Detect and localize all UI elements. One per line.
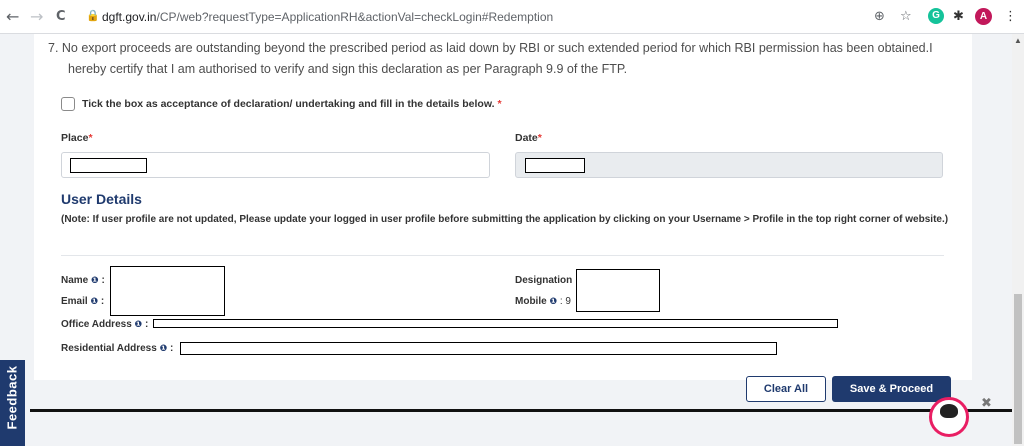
user-details-note: (Note: If user profile are not updated, … bbox=[61, 214, 949, 225]
info-icon[interactable]: ❶ bbox=[135, 320, 143, 330]
feedback-label: Feedback bbox=[4, 365, 20, 430]
designation-label: Designation bbox=[515, 275, 572, 286]
grammarly-icon[interactable]: G bbox=[928, 8, 944, 24]
info-icon[interactable]: ❶ bbox=[91, 276, 99, 286]
redacted-designation-mobile bbox=[576, 269, 660, 312]
email-label-text: Email bbox=[61, 296, 88, 307]
redacted-place bbox=[70, 158, 147, 173]
url-text[interactable]: dgft.gov.in/CP/web?requestType=Applicati… bbox=[102, 10, 553, 24]
acceptance-label: Tick the box as acceptance of declaratio… bbox=[82, 98, 502, 110]
declaration-item-7-cont: hereby certify that I am authorised to v… bbox=[68, 62, 628, 76]
declaration-text: 7. No export proceeds are outstanding be… bbox=[48, 38, 948, 80]
separator: : bbox=[169, 343, 174, 354]
declaration-item-7: 7. No export proceeds are outstanding be… bbox=[48, 41, 933, 55]
mobile-value: : 9 bbox=[559, 296, 571, 307]
forward-icon[interactable]: → bbox=[30, 8, 43, 26]
acceptance-label-text: Tick the box as acceptance of declaratio… bbox=[82, 98, 495, 110]
scrollbar-thumb[interactable] bbox=[1014, 294, 1022, 444]
designation-label-text: Designation bbox=[515, 275, 573, 286]
place-label-text: Place bbox=[61, 132, 89, 144]
redacted-office-address bbox=[153, 319, 838, 328]
required-mark: * bbox=[88, 132, 93, 144]
name-label: Name ❶ : bbox=[61, 275, 105, 286]
feedback-tab[interactable]: Feedback bbox=[0, 360, 25, 446]
declaration-card bbox=[34, 34, 972, 380]
info-icon[interactable]: ❶ bbox=[90, 297, 98, 307]
required-mark: * bbox=[497, 98, 502, 110]
browser-toolbar: ← → C 🔒 dgft.gov.in/CP/web?requestType=A… bbox=[0, 0, 1024, 34]
clear-all-button[interactable]: Clear All bbox=[746, 376, 826, 402]
url-path: /CP/web?requestType=ApplicationRH&action… bbox=[156, 10, 554, 24]
save-proceed-button[interactable]: Save & Proceed bbox=[832, 376, 951, 402]
chat-avatar-face bbox=[940, 404, 958, 418]
extensions-icon[interactable]: ✱ bbox=[953, 9, 964, 24]
separator: : bbox=[100, 296, 105, 307]
star-icon[interactable]: ☆ bbox=[900, 9, 912, 24]
info-icon[interactable]: ❶ bbox=[549, 297, 557, 307]
info-icon[interactable]: ❶ bbox=[160, 344, 168, 354]
reload-icon[interactable]: C bbox=[56, 8, 66, 26]
date-label: Date* bbox=[515, 132, 542, 144]
acceptance-checkbox[interactable] bbox=[61, 97, 75, 111]
redacted-residential-address bbox=[180, 342, 777, 355]
place-label: Place* bbox=[61, 132, 93, 144]
redacted-name-email bbox=[110, 266, 225, 316]
divider bbox=[61, 255, 944, 256]
back-icon[interactable]: ← bbox=[6, 8, 19, 26]
mobile-label-text: Mobile bbox=[515, 296, 547, 307]
zoom-icon[interactable]: ⊕ bbox=[874, 9, 885, 24]
scroll-up-icon[interactable]: ▲ bbox=[1014, 36, 1022, 45]
office-address-label-text: Office Address bbox=[61, 319, 132, 330]
date-label-text: Date bbox=[515, 132, 538, 144]
required-mark: * bbox=[537, 132, 542, 144]
profile-avatar[interactable]: A bbox=[975, 8, 992, 25]
residential-address-label: Residential Address ❶ : bbox=[61, 343, 173, 354]
page-viewport: 7. No export proceeds are outstanding be… bbox=[0, 34, 1012, 446]
separator: : bbox=[144, 319, 149, 330]
close-icon[interactable]: ✖ bbox=[981, 396, 992, 411]
menu-kebab-icon[interactable]: ⋮ bbox=[1004, 9, 1017, 24]
footer-bar bbox=[30, 409, 1012, 412]
name-label-text: Name bbox=[61, 275, 89, 286]
office-address-label: Office Address ❶ : bbox=[61, 319, 148, 330]
email-label: Email ❶ : bbox=[61, 296, 104, 307]
residential-address-label-text: Residential Address bbox=[61, 343, 157, 354]
separator: : bbox=[101, 275, 105, 286]
redacted-date bbox=[525, 158, 585, 173]
url-host: dgft.gov.in bbox=[102, 10, 157, 24]
user-details-title: User Details bbox=[61, 191, 142, 207]
lock-icon[interactable]: 🔒 bbox=[86, 9, 100, 22]
mobile-label: Mobile ❶ : 9 bbox=[515, 296, 571, 307]
